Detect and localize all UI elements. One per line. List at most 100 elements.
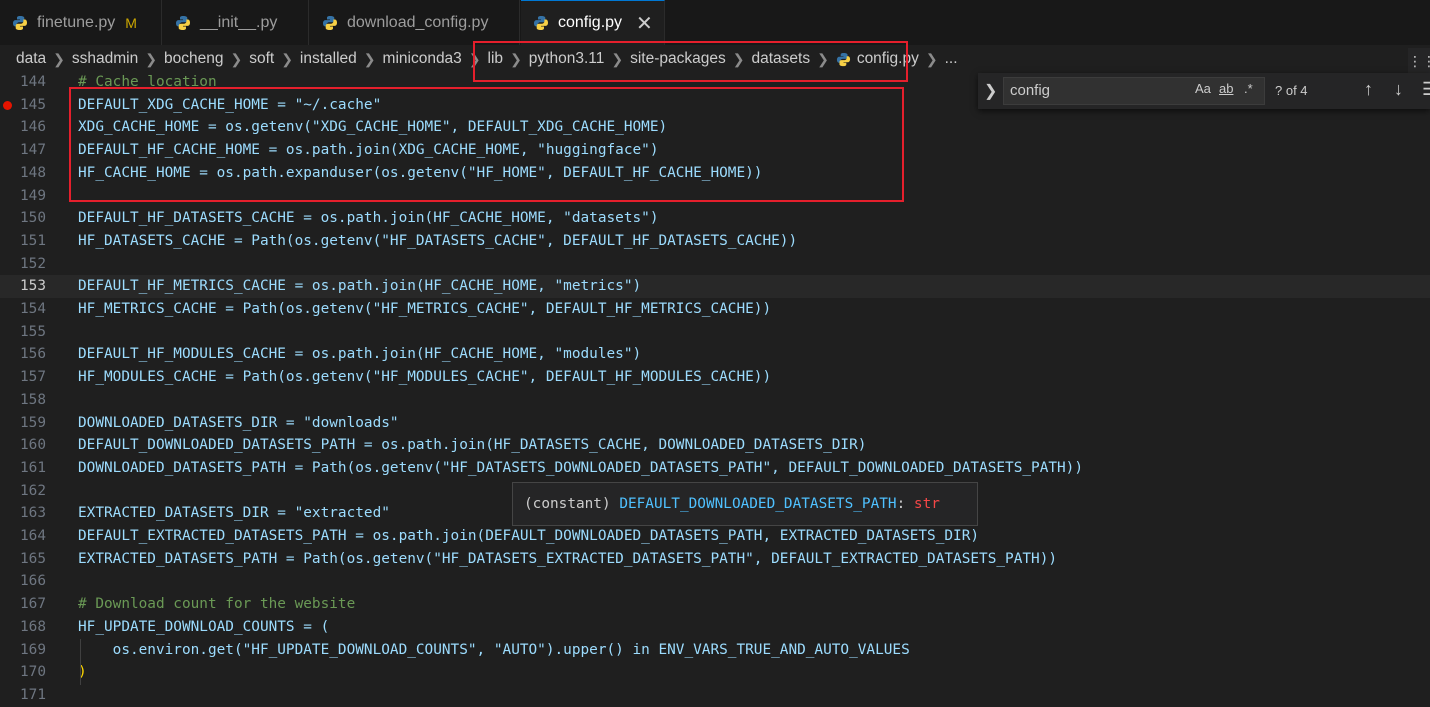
tab-bar: finetune.py M __init__.py download_confi… xyxy=(0,0,1430,46)
line-number: 144 xyxy=(20,74,46,90)
code-line: 151 HF_DATASETS_CACHE = Path(os.getenv("H… xyxy=(0,230,1430,253)
python-file-icon xyxy=(13,15,27,30)
code-line: 164 DEFAULT_EXTRACTED_DATASETS_PATH = os.… xyxy=(0,525,1430,548)
chevron-right-icon: ❯ xyxy=(53,50,65,67)
code-line: 170) xyxy=(0,661,1430,684)
code-text: DEFAULT_EXTRACTED_DATASETS_PATH = os.pat… xyxy=(78,528,980,544)
code-line: 167 # Download count for the website xyxy=(0,593,1430,616)
tab-finetune[interactable]: finetune.py M xyxy=(0,0,162,45)
whole-word-icon[interactable]: ab xyxy=(1219,81,1233,96)
code-line: 166 xyxy=(0,570,1430,593)
code-line-current: 153 DEFAULT_HF_METRICS_CACHE = os.path.jo… xyxy=(0,275,1430,298)
tab-label: config.py xyxy=(558,14,623,31)
code-line: 160 DEFAULT_DOWNLOADED_DATASETS_PATH = os… xyxy=(0,434,1430,457)
line-number: 158 xyxy=(20,391,46,408)
match-count: ? of 4 xyxy=(1275,83,1308,98)
code-text: EXTRACTED_DATASETS_DIR = "extracted" xyxy=(78,505,390,522)
line-number: 155 xyxy=(20,323,46,340)
chevron-right-icon[interactable]: ❯ xyxy=(984,81,997,101)
chevron-right-icon: ❯ xyxy=(230,50,243,67)
breadcrumb-item[interactable]: installed xyxy=(300,50,357,68)
tab-init[interactable]: __init__.py xyxy=(163,0,309,45)
breadcrumb-item[interactable]: sshadmin xyxy=(72,50,138,68)
line-number: 168 xyxy=(20,618,46,635)
line-number: 169 xyxy=(20,641,46,658)
tab-label: finetune.py xyxy=(37,13,116,31)
minimap-toggle-icon[interactable]: ⋮⋮ xyxy=(1408,48,1430,76)
tab-label: download_config.py xyxy=(347,13,489,31)
code-text: DEFAULT_DOWNLOADED_DATASETS_PATH = os.pa… xyxy=(78,437,867,454)
close-icon[interactable]: ✕ xyxy=(636,11,653,36)
line-number: 163 xyxy=(20,505,46,522)
code-line: 158 xyxy=(0,389,1430,412)
arrow-down-icon[interactable]: ↓ xyxy=(1394,79,1403,100)
code-text: os.environ.get("HF_UPDATE_DOWNLOAD_COUNT… xyxy=(78,641,910,658)
hover-tooltip: (constant) DEFAULT_DOWNLOADED_DATASETS_P… xyxy=(512,482,978,526)
line-number: 164 xyxy=(20,528,46,544)
code-text: DOWNLOADED_DATASETS_PATH = Path(os.geten… xyxy=(78,459,1084,476)
line-number: 167 xyxy=(20,596,46,613)
code-line: 159 DOWNLOADED_DATASETS_DIR = "downloads" xyxy=(0,412,1430,435)
breadcrumb-item[interactable]: bocheng xyxy=(164,50,223,68)
chevron-right-icon: ❯ xyxy=(363,50,376,67)
code-text: HF_MODULES_CACHE = Path(os.getenv("HF_MO… xyxy=(78,369,772,386)
code-line: 168 HF_UPDATE_DOWNLOAD_COUNTS = ( xyxy=(0,616,1430,639)
line-number: 166 xyxy=(20,573,46,590)
hover-name: DEFAULT_DOWNLOADED_DATASETS_PATH xyxy=(619,496,897,512)
line-number: 157 xyxy=(20,369,46,386)
line-number: 162 xyxy=(20,482,46,499)
arrow-up-icon[interactable]: ↑ xyxy=(1364,79,1373,100)
line-number: 160 xyxy=(20,437,46,454)
code-line: 171 xyxy=(0,684,1430,707)
code-text: HF_UPDATE_DOWNLOAD_COUNTS = ( xyxy=(78,618,330,635)
code-line: 154 HF_METRICS_CACHE = Path(os.getenv("HF… xyxy=(0,298,1430,321)
indent-guide xyxy=(80,639,81,685)
line-number: 145 xyxy=(20,96,46,113)
breadcrumb-item[interactable]: miniconda3 xyxy=(383,50,462,68)
code-line: 156 DEFAULT_HF_MODULES_CACHE = os.path.jo… xyxy=(0,343,1430,366)
python-file-icon xyxy=(176,15,190,30)
breadcrumb-item[interactable]: data xyxy=(16,50,46,68)
code-line: 169 os.environ.get("HF_UPDATE_DOWNLOAD_C… xyxy=(0,639,1430,662)
code-text: HF_DATASETS_CACHE = Path(os.getenv("HF_D… xyxy=(78,232,798,249)
regex-icon[interactable]: .* xyxy=(1244,81,1253,96)
modified-indicator: M xyxy=(125,14,137,31)
line-number: 171 xyxy=(20,686,46,703)
code-line: 150 DEFAULT_HF_DATASETS_CACHE = os.path.j… xyxy=(0,207,1430,230)
line-number: 165 xyxy=(20,550,46,567)
line-number: 149 xyxy=(20,187,46,204)
chevron-right-icon: ❯ xyxy=(281,50,293,67)
hover-type: str xyxy=(913,496,940,512)
line-number: 170 xyxy=(20,664,46,681)
code-line: 152 xyxy=(0,253,1430,276)
breadcrumb-item[interactable]: ... xyxy=(945,50,958,68)
code-line: 165 EXTRACTED_DATASETS_PATH = Path(os.get… xyxy=(0,548,1430,571)
python-file-icon xyxy=(534,16,548,30)
chevron-right-icon: ❯ xyxy=(925,50,938,67)
match-case-icon[interactable]: Aa xyxy=(1195,81,1211,96)
tab-label: __init__.py xyxy=(200,13,278,31)
menu-icon[interactable]: ☰ xyxy=(1422,79,1430,100)
chevron-right-icon: ❯ xyxy=(145,50,157,67)
line-number: 159 xyxy=(20,414,46,431)
tab-config[interactable]: config.py ✕ xyxy=(521,0,665,45)
code-text: DOWNLOADED_DATASETS_DIR = "downloads" xyxy=(78,414,399,431)
breadcrumb-item[interactable]: soft xyxy=(249,50,274,68)
line-number: 146 xyxy=(20,119,46,136)
tab-download-config[interactable]: download_config.py xyxy=(310,0,520,45)
line-number: 152 xyxy=(20,255,46,272)
line-number: 161 xyxy=(20,459,46,476)
code-text: DEFAULT_HF_MODULES_CACHE = os.path.join(… xyxy=(78,346,642,363)
line-number: 154 xyxy=(20,301,46,317)
line-number: 150 xyxy=(20,210,46,227)
line-number: 153 xyxy=(20,278,46,295)
code-text: # Download count for the website xyxy=(78,596,356,613)
code-text: DEFAULT_HF_METRICS_CACHE = os.path.join(… xyxy=(78,278,642,295)
code-line: 161 DOWNLOADED_DATASETS_PATH = Path(os.ge… xyxy=(0,457,1430,480)
line-number: 151 xyxy=(20,232,46,249)
code-text: HF_METRICS_CACHE = Path(os.getenv("HF_ME… xyxy=(78,301,772,317)
line-number: 148 xyxy=(20,164,46,181)
line-number: 147 xyxy=(20,142,46,159)
highlight-box-cache-vars xyxy=(69,87,904,202)
highlight-box-breadcrumb xyxy=(473,41,908,82)
